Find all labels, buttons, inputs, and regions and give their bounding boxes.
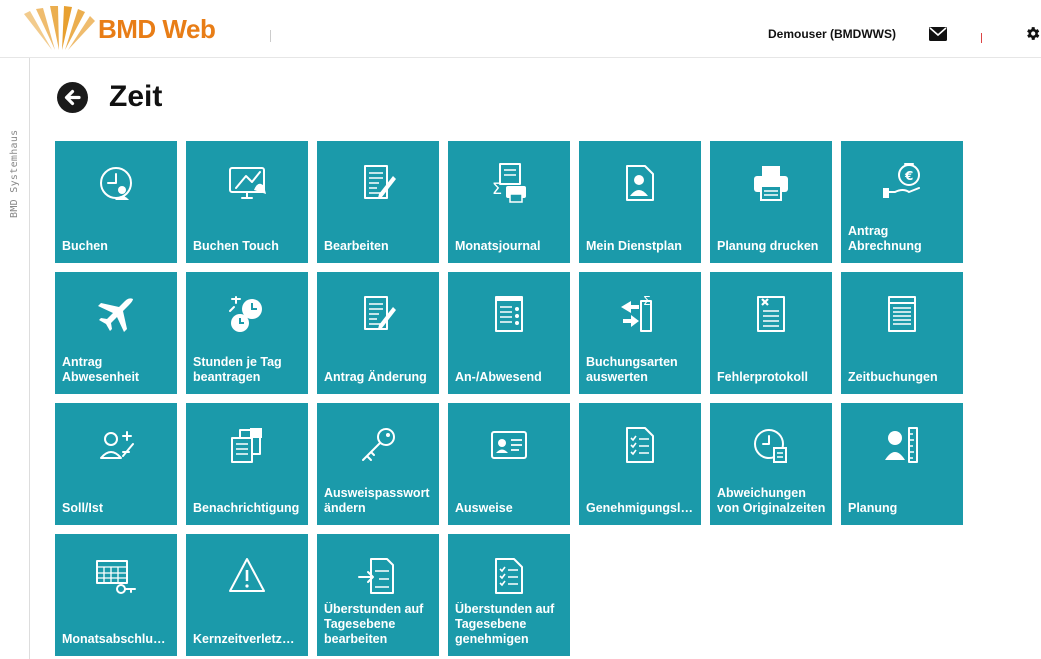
tile-antrag-abrechnung[interactable]: € Antrag Abrechnung (841, 141, 963, 263)
tile-label: Monatsabschlus… (62, 632, 171, 646)
tile-label: Ausweise (455, 501, 513, 515)
tile-bearbeiten[interactable]: Bearbeiten (317, 141, 439, 263)
tile-label: Soll/Ist (62, 501, 103, 515)
tile-ausweispasswort-ändern[interactable]: Ausweispasswort ändern (317, 403, 439, 525)
edit-document-icon (355, 160, 401, 206)
tile-label: An-/Abwesend (455, 370, 542, 384)
bmd-logo[interactable]: BMD Web (22, 6, 232, 50)
tile-an-abwesend[interactable]: An-/Abwesend (448, 272, 570, 394)
svg-text:Σ: Σ (643, 294, 651, 308)
calendar-key-icon (93, 553, 139, 599)
touch-monitor-icon (224, 160, 270, 206)
notepad-status-icon (486, 291, 532, 337)
person-document-icon (617, 160, 663, 206)
tile-überstunden-auf-tagesebene-genehmigen[interactable]: Überstunden auf Tagesebene genehmigen (448, 534, 570, 656)
documents-stack-icon (224, 422, 270, 468)
money-bag-hand-icon: € (879, 160, 925, 206)
logo-fan-icon (24, 6, 95, 50)
tile-buchen[interactable]: Buchen (55, 141, 177, 263)
notification-divider (981, 33, 982, 43)
tile-monatsabschlus[interactable]: Monatsabschlus… (55, 534, 177, 656)
top-bar: BMD Web Demouser (BMDWWS) (0, 0, 1041, 58)
svg-text:Σ: Σ (492, 179, 502, 198)
journal-printer-icon: Σ (486, 160, 532, 206)
tile-buchen-touch[interactable]: Buchen Touch (186, 141, 308, 263)
checklist-document-icon (486, 553, 532, 599)
arrow-left-icon (64, 89, 81, 106)
person-ruler-icon (879, 422, 925, 468)
person-plus-minus-icon (93, 422, 139, 468)
tile-label: Buchen (62, 239, 108, 253)
tile-ausweise[interactable]: Ausweise (448, 403, 570, 525)
id-card-icon (486, 422, 532, 468)
tile-kernzeitverletzu[interactable]: Kernzeitverletzu… (186, 534, 308, 656)
tile-label: Genehmigungsli… (586, 501, 695, 515)
checklist-document-icon (617, 422, 663, 468)
tile-label: Stunden je Tag beantragen (193, 355, 282, 384)
tile-label: Planung (848, 501, 898, 515)
user-name[interactable]: Demouser (BMDWWS) (768, 27, 896, 41)
sidebar-label: BMD Systemhaus (9, 129, 20, 219)
tile-label: Antrag Abwesenheit (62, 355, 140, 384)
tile-label: Überstunden auf Tagesebene bearbeiten (324, 602, 424, 646)
tile-grid: Buchen Buchen Touch Bearbeiten Σ Monatsjourn… (55, 141, 965, 656)
airplane-icon (93, 291, 139, 337)
tile-abweichungen-von-originalzeiten[interactable]: Abweichungen von Originalzeiten (710, 403, 832, 525)
tile-überstunden-auf-tagesebene-bearbeiten[interactable]: Überstunden auf Tagesebene bearbeiten (317, 534, 439, 656)
tile-planung-drucken[interactable]: Planung drucken (710, 141, 832, 263)
logo-text: BMD Web (98, 14, 216, 44)
tile-label: Fehlerprotokoll (717, 370, 808, 384)
tile-label: Planung drucken (717, 239, 819, 253)
tile-label: Buchungsarten auswerten (586, 355, 678, 384)
mail-icon[interactable] (929, 27, 947, 41)
back-button[interactable] (57, 82, 88, 113)
tile-label: Monatsjournal (455, 239, 541, 253)
tile-zeitbuchungen[interactable]: Zeitbuchungen (841, 272, 963, 394)
tile-buchungsarten-auswerten[interactable]: Σ Buchungsarten auswerten (579, 272, 701, 394)
tile-label: Abweichungen von Originalzeiten (717, 486, 826, 515)
tile-label: Bearbeiten (324, 239, 389, 253)
tile-label: Zeitbuchungen (848, 370, 938, 384)
tile-label: Antrag Änderung (324, 370, 427, 384)
tile-fehlerprotokoll[interactable]: Fehlerprotokoll (710, 272, 832, 394)
tile-stunden-je-tag-beantragen[interactable]: Stunden je Tag beantragen (186, 272, 308, 394)
tile-label: Buchen Touch (193, 239, 279, 253)
key-icon (355, 422, 401, 468)
list-document-icon (879, 291, 925, 337)
printer-icon (748, 160, 794, 206)
page-title: Zeit (109, 80, 163, 113)
header-separator (270, 30, 271, 42)
tile-genehmigungsli[interactable]: Genehmigungsli… (579, 403, 701, 525)
document-error-icon (748, 291, 794, 337)
clock-arrows-icon (224, 291, 270, 337)
tile-label: Mein Dienstplan (586, 239, 682, 253)
tile-label: Antrag Abrechnung (848, 224, 922, 253)
tile-benachrichtigung[interactable]: Benachrichtigung (186, 403, 308, 525)
tile-monatsjournal[interactable]: Σ Monatsjournal (448, 141, 570, 263)
clock-person-icon (93, 160, 139, 206)
tile-soll-ist[interactable]: Soll/Ist (55, 403, 177, 525)
edit-document-icon (355, 291, 401, 337)
gear-icon[interactable] (1024, 25, 1041, 42)
tile-label: Kernzeitverletzu… (193, 632, 302, 646)
warning-icon (224, 553, 270, 599)
tile-antrag-abwesenheit[interactable]: Antrag Abwesenheit (55, 272, 177, 394)
tile-label: Überstunden auf Tagesebene genehmigen (455, 602, 555, 646)
clock-document-icon (748, 422, 794, 468)
tile-label: Benachrichtigung (193, 501, 300, 515)
tile-planung[interactable]: Planung (841, 403, 963, 525)
sidebar: BMD Systemhaus (0, 58, 30, 659)
import-document-icon (355, 553, 401, 599)
tile-antrag-änderung[interactable]: Antrag Änderung (317, 272, 439, 394)
tile-mein-dienstplan[interactable]: Mein Dienstplan (579, 141, 701, 263)
svg-text:€: € (904, 169, 913, 183)
tile-label: Ausweispasswort ändern (324, 486, 430, 515)
sum-arrows-icon: Σ (617, 291, 663, 337)
